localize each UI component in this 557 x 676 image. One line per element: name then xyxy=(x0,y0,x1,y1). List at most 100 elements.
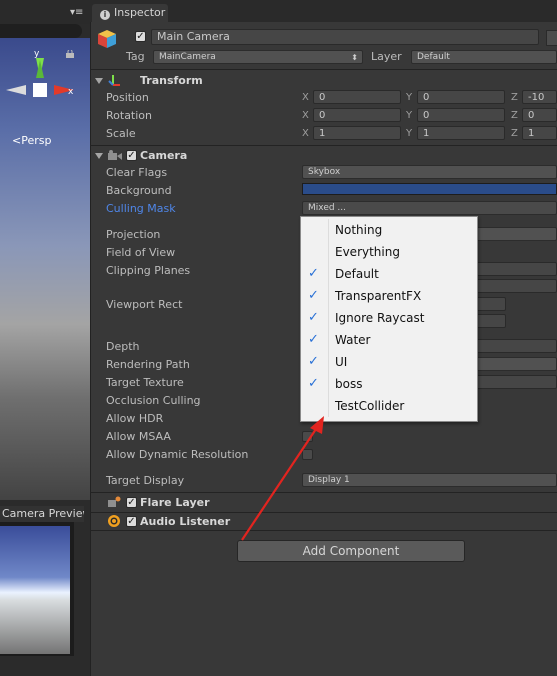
tag-label: Tag xyxy=(126,50,145,63)
position-z-field[interactable]: -10 xyxy=(522,90,557,104)
scene-orientation-gizmo[interactable]: y x xyxy=(4,50,84,130)
gizmo-y-label: y xyxy=(34,50,40,59)
info-icon: i xyxy=(100,10,110,20)
popup-item-boss[interactable]: ✓ boss xyxy=(301,373,477,395)
audio-listener-icon xyxy=(108,515,120,527)
check-icon xyxy=(308,223,322,237)
transform-icon xyxy=(108,75,120,86)
popup-item-default[interactable]: ✓ Default xyxy=(301,263,477,285)
clipping-planes-label: Clipping Planes xyxy=(106,264,191,277)
rendering-path-dropdown[interactable] xyxy=(476,357,557,371)
camera-title[interactable]: Camera xyxy=(140,149,187,162)
position-x-field[interactable]: 0 xyxy=(313,90,401,104)
camera-enabled-checkbox[interactable]: ✓ xyxy=(126,150,137,161)
axis-y-label: Y xyxy=(406,110,413,121)
annotation-arrow xyxy=(241,416,324,541)
depth-field[interactable] xyxy=(476,339,557,353)
tab-inspector[interactable]: i Inspector xyxy=(92,4,168,22)
target-texture-field[interactable] xyxy=(476,375,557,389)
rotation-label: Rotation xyxy=(106,109,153,122)
culling-mask-popup: Nothing Everything ✓ Default ✓ Transparent… xyxy=(300,216,478,422)
check-icon: ✓ xyxy=(308,266,319,281)
target-display-label: Target Display xyxy=(106,474,185,487)
dropdown-arrows-icon: ⬍ xyxy=(351,53,358,62)
scale-y-field[interactable]: 1 xyxy=(417,126,505,140)
popup-item-transparentfx[interactable]: ✓ TransparentFX xyxy=(301,285,477,307)
axis-y-label: Y xyxy=(406,92,413,103)
gizmo-x-label: x xyxy=(68,87,74,97)
static-checkbox[interactable] xyxy=(546,30,557,46)
layer-label: Layer xyxy=(371,50,402,63)
persp-label[interactable]: <Persp xyxy=(12,134,51,147)
axis-z-label: Z xyxy=(511,92,518,103)
depth-label: Depth xyxy=(106,340,140,353)
flare-layer-title[interactable]: Flare Layer xyxy=(140,496,210,509)
audio-listener-checkbox[interactable]: ✓ xyxy=(126,516,137,527)
gameobject-cube-icon xyxy=(98,30,116,48)
flare-layer-checkbox[interactable]: ✓ xyxy=(126,497,137,508)
scale-label: Scale xyxy=(106,127,136,140)
tag-dropdown[interactable]: MainCamera ⬍ xyxy=(153,50,363,64)
projection-label: Projection xyxy=(106,228,161,241)
rotation-x-field[interactable]: 0 xyxy=(313,108,401,122)
field-of-view-label: Field of View xyxy=(106,246,176,259)
viewport-h-field[interactable] xyxy=(476,314,506,328)
check-icon: ✓ xyxy=(308,288,319,303)
tag-value: MainCamera xyxy=(159,52,216,62)
allow-hdr-label: Allow HDR xyxy=(106,412,164,425)
popup-item-ignore-raycast[interactable]: ✓ Ignore Raycast xyxy=(301,307,477,329)
check-icon: ✓ xyxy=(308,376,319,391)
panel-menu-icon[interactable]: ▾≡ xyxy=(70,7,83,18)
rotation-z-field[interactable]: 0 xyxy=(522,108,557,122)
layer-dropdown[interactable]: Default xyxy=(411,50,557,64)
culling-mask-dropdown[interactable]: Mixed ... xyxy=(302,201,557,215)
audio-listener-title[interactable]: Audio Listener xyxy=(140,515,230,528)
allow-dynamic-resolution-label: Allow Dynamic Resolution xyxy=(106,448,249,461)
popup-item-water[interactable]: ✓ Water xyxy=(301,329,477,351)
position-label: Position xyxy=(106,91,149,104)
target-display-dropdown[interactable]: Display 1 xyxy=(302,473,557,487)
check-icon: ✓ xyxy=(308,354,319,369)
rotation-y-field[interactable]: 0 xyxy=(417,108,505,122)
axis-z-label: Z xyxy=(511,110,518,121)
clipping-far-field[interactable] xyxy=(476,279,557,293)
check-icon: ✓ xyxy=(308,310,319,325)
viewport-y-field[interactable] xyxy=(476,297,506,311)
active-checkbox[interactable]: ✓ xyxy=(135,31,146,42)
check-icon: ✓ xyxy=(308,332,319,347)
background-label: Background xyxy=(106,184,172,197)
occlusion-culling-label: Occlusion Culling xyxy=(106,394,201,407)
clear-flags-dropdown[interactable]: Skybox xyxy=(302,165,557,179)
divider xyxy=(90,145,557,146)
camera-preview-title: Camera Preview xyxy=(0,506,84,522)
popup-item-ui[interactable]: ✓ UI xyxy=(301,351,477,373)
popup-item-everything[interactable]: Everything xyxy=(301,241,477,263)
divider xyxy=(90,69,557,70)
projection-dropdown[interactable] xyxy=(476,227,557,241)
culling-mask-label: Culling Mask xyxy=(106,202,176,215)
axis-x-label: X xyxy=(302,92,309,103)
foldout-arrow-icon[interactable] xyxy=(95,153,103,159)
scale-z-field[interactable]: 1 xyxy=(522,126,557,140)
lock-icon[interactable] xyxy=(66,50,74,58)
axis-z-label: Z xyxy=(511,128,518,139)
axis-y-label: Y xyxy=(406,128,413,139)
foldout-arrow-icon[interactable] xyxy=(95,78,103,84)
position-y-field[interactable]: 0 xyxy=(417,90,505,104)
allow-msaa-label: Allow MSAA xyxy=(106,430,171,443)
scene-search-bar[interactable] xyxy=(0,24,82,38)
flare-layer-icon xyxy=(108,496,121,507)
layer-value: Default xyxy=(417,52,450,62)
object-name-field[interactable]: Main Camera xyxy=(151,29,539,45)
check-icon xyxy=(308,245,322,259)
popup-item-nothing[interactable]: Nothing xyxy=(301,219,477,241)
clear-flags-label: Clear Flags xyxy=(106,166,168,179)
transform-title[interactable]: Transform xyxy=(140,74,203,87)
background-color-swatch[interactable] xyxy=(302,183,557,195)
rendering-path-label: Rendering Path xyxy=(106,358,190,371)
camera-preview-image xyxy=(0,526,70,654)
camera-icon xyxy=(108,150,122,160)
scale-x-field[interactable]: 1 xyxy=(313,126,401,140)
clipping-near-field[interactable] xyxy=(476,262,557,276)
tab-inspector-label: Inspector xyxy=(114,6,166,19)
